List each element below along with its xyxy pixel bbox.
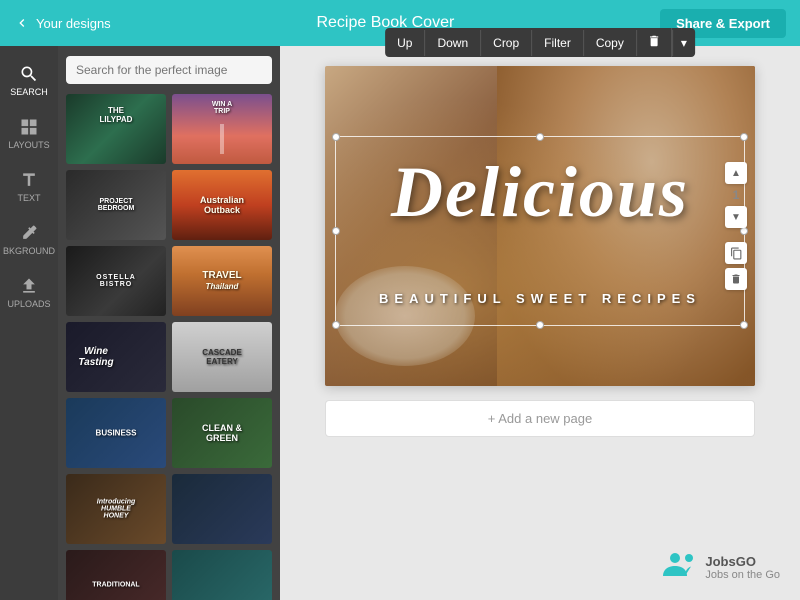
templates-grid: THELILYPAD WIN ATRIP PROJECTBEDROOM Aust… <box>66 94 272 600</box>
sidebar-bkground-label: BKGROUND <box>3 246 55 256</box>
back-link[interactable]: Your designs <box>14 15 111 31</box>
layer-down-button[interactable]: ▼ <box>725 206 747 228</box>
toolbar-crop-button[interactable]: Crop <box>481 30 532 56</box>
template-cascade[interactable]: CASCADEEATERY <box>172 322 272 392</box>
sidebar-uploads-label: UPLOADS <box>7 299 50 309</box>
canvas-wrapper: Up Down Crop Filter Copy ▾ Delicious BEA… <box>325 66 755 386</box>
template-bedroom[interactable]: PROJECTBEDROOM <box>66 170 166 240</box>
sidebar-item-background[interactable]: BKGROUND <box>0 213 58 266</box>
layer-number: 1 <box>733 188 740 202</box>
template-bistro[interactable]: OSTELLABISTRO <box>66 246 166 316</box>
template-clean[interactable]: CLEAN &GREEN <box>172 398 272 468</box>
sidebar-item-text[interactable]: TEXT <box>0 160 58 213</box>
templates-panel: THELILYPAD WIN ATRIP PROJECTBEDROOM Aust… <box>58 46 280 600</box>
delete-layer-button[interactable] <box>725 268 747 290</box>
sidebar-search-label: SEARCH <box>10 87 48 97</box>
template-traditional[interactable]: TRADITIONAL <box>66 550 166 600</box>
add-page-button[interactable]: + Add a new page <box>325 400 755 437</box>
element-toolbar: Up Down Crop Filter Copy ▾ <box>385 28 695 57</box>
app-body: SEARCH LAYOUTS TEXT BKGROUND UPLOADS THE… <box>0 46 800 600</box>
layer-up-button[interactable]: ▲ <box>725 162 747 184</box>
template-paris[interactable]: WIN ATRIP <box>172 94 272 164</box>
logo-area: JobsGO Jobs on the Go <box>663 550 780 586</box>
template-travel[interactable]: TRAVELThailand <box>172 246 272 316</box>
logo-icon <box>663 550 699 586</box>
toolbar-more-button[interactable]: ▾ <box>672 30 695 56</box>
back-label: Your designs <box>36 16 111 31</box>
template-humble[interactable]: IntroducingHUMBLEHONEY <box>66 474 166 544</box>
canvas-card[interactable]: Delicious BEAUTIFUL SWEET RECIPES <box>325 66 755 386</box>
sidebar-text-label: TEXT <box>17 193 40 203</box>
plate-decoration <box>335 266 475 366</box>
logo-text: JobsGO Jobs on the Go <box>705 554 780 583</box>
template-city[interactable] <box>172 474 272 544</box>
toolbar-up-button[interactable]: Up <box>385 30 425 56</box>
right-controls: ▲ 1 ▼ <box>725 162 747 290</box>
canvas-main-text[interactable]: Delicious <box>345 151 735 234</box>
sidebar-item-uploads[interactable]: UPLOADS <box>0 266 58 319</box>
duplicate-button[interactable] <box>725 242 747 264</box>
canvas-subtitle-text[interactable]: BEAUTIFUL SWEET RECIPES <box>345 291 735 306</box>
logo-name: JobsGO <box>705 554 780 570</box>
toolbar-delete-button[interactable] <box>637 28 672 57</box>
toolbar-filter-button[interactable]: Filter <box>532 30 584 56</box>
template-lilypad[interactable]: THELILYPAD <box>66 94 166 164</box>
sidebar-item-layouts[interactable]: LAYOUTS <box>0 107 58 160</box>
template-wine[interactable]: WineTasting <box>66 322 166 392</box>
logo-tagline: Jobs on the Go <box>705 569 780 581</box>
toolbar-copy-button[interactable]: Copy <box>584 30 637 56</box>
canvas-area: Up Down Crop Filter Copy ▾ Delicious BEA… <box>280 46 800 600</box>
template-business[interactable]: BUSINESS <box>66 398 166 468</box>
search-input[interactable] <box>66 56 272 84</box>
toolbar-down-button[interactable]: Down <box>425 30 481 56</box>
template-teal[interactable] <box>172 550 272 600</box>
sidebar-item-search[interactable]: SEARCH <box>0 54 58 107</box>
sidebar-layouts-label: LAYOUTS <box>8 140 49 150</box>
sidebar-icons: SEARCH LAYOUTS TEXT BKGROUND UPLOADS <box>0 46 58 600</box>
template-outback[interactable]: AustralianOutback <box>172 170 272 240</box>
